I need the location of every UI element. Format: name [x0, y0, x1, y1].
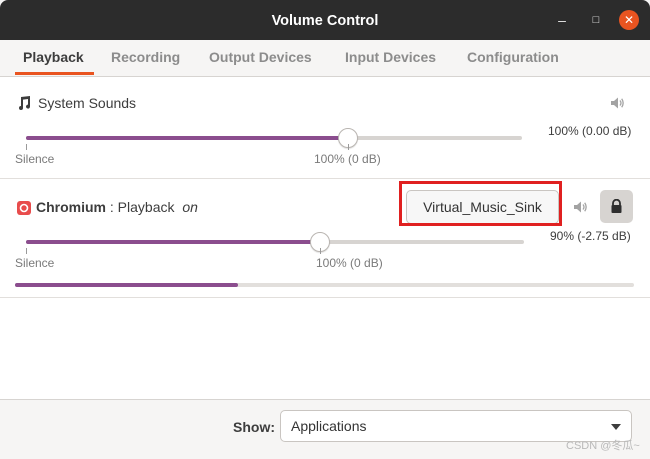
system-sounds-volume-fill	[26, 136, 349, 140]
tab-playback[interactable]: Playback	[15, 40, 94, 75]
stream-level: 90% (-2.75 dB)	[550, 229, 631, 243]
speaker-mute-toggle-icon[interactable]	[572, 199, 588, 215]
maximize-button[interactable]: □	[586, 10, 606, 30]
peak-level-fill	[15, 283, 238, 287]
lock-icon	[611, 199, 622, 213]
speaker-mute-toggle-icon[interactable]	[609, 95, 625, 111]
stream-name: Playback	[117, 199, 175, 215]
tab-output-devices[interactable]: Output Devices	[209, 40, 312, 74]
stream-separator: :	[109, 199, 114, 215]
red-highlight-box	[399, 181, 562, 226]
stream-state: on	[182, 199, 198, 215]
stream-app-name: Chromium	[36, 199, 106, 215]
hundred-percent-tick	[320, 248, 321, 254]
show-filter-value: Applications	[291, 418, 367, 434]
peak-level-meter	[15, 283, 634, 287]
music-note-icon	[19, 96, 31, 110]
system-sounds-level: 100% (0.00 dB)	[548, 124, 632, 138]
chromium-icon	[17, 201, 31, 215]
minimize-button[interactable]: –	[552, 10, 572, 30]
tab-configuration[interactable]: Configuration	[467, 40, 559, 74]
lock-channels-button[interactable]	[600, 190, 633, 223]
hundred-percent-tick	[348, 144, 349, 150]
stream-volume-fill	[26, 240, 320, 244]
close-button[interactable]: ✕	[619, 10, 639, 30]
stream-title: Chromium : Playback on	[36, 199, 198, 215]
stream-volume-slider[interactable]	[26, 240, 524, 244]
silence-label: Silence	[15, 152, 55, 166]
title-bar: Volume Control – □ ✕	[0, 0, 650, 40]
silence-tick	[26, 144, 27, 150]
watermark: CSDN @冬瓜~	[566, 440, 640, 452]
show-label: Show:	[233, 419, 275, 435]
hundred-percent-label: 100% (0 dB)	[316, 256, 383, 270]
chevron-down-icon	[611, 424, 621, 430]
tab-bar: Playback Recording Output Devices Input …	[0, 40, 650, 77]
silence-label: Silence	[15, 256, 55, 270]
silence-tick	[26, 248, 27, 254]
row-separator	[0, 178, 650, 179]
tab-input-devices[interactable]: Input Devices	[345, 40, 436, 74]
row-separator	[0, 297, 650, 298]
hundred-percent-label: 100% (0 dB)	[314, 152, 381, 166]
tab-recording[interactable]: Recording	[111, 40, 180, 74]
system-sounds-label: System Sounds	[38, 95, 137, 111]
system-sounds-volume-slider[interactable]	[26, 136, 522, 140]
